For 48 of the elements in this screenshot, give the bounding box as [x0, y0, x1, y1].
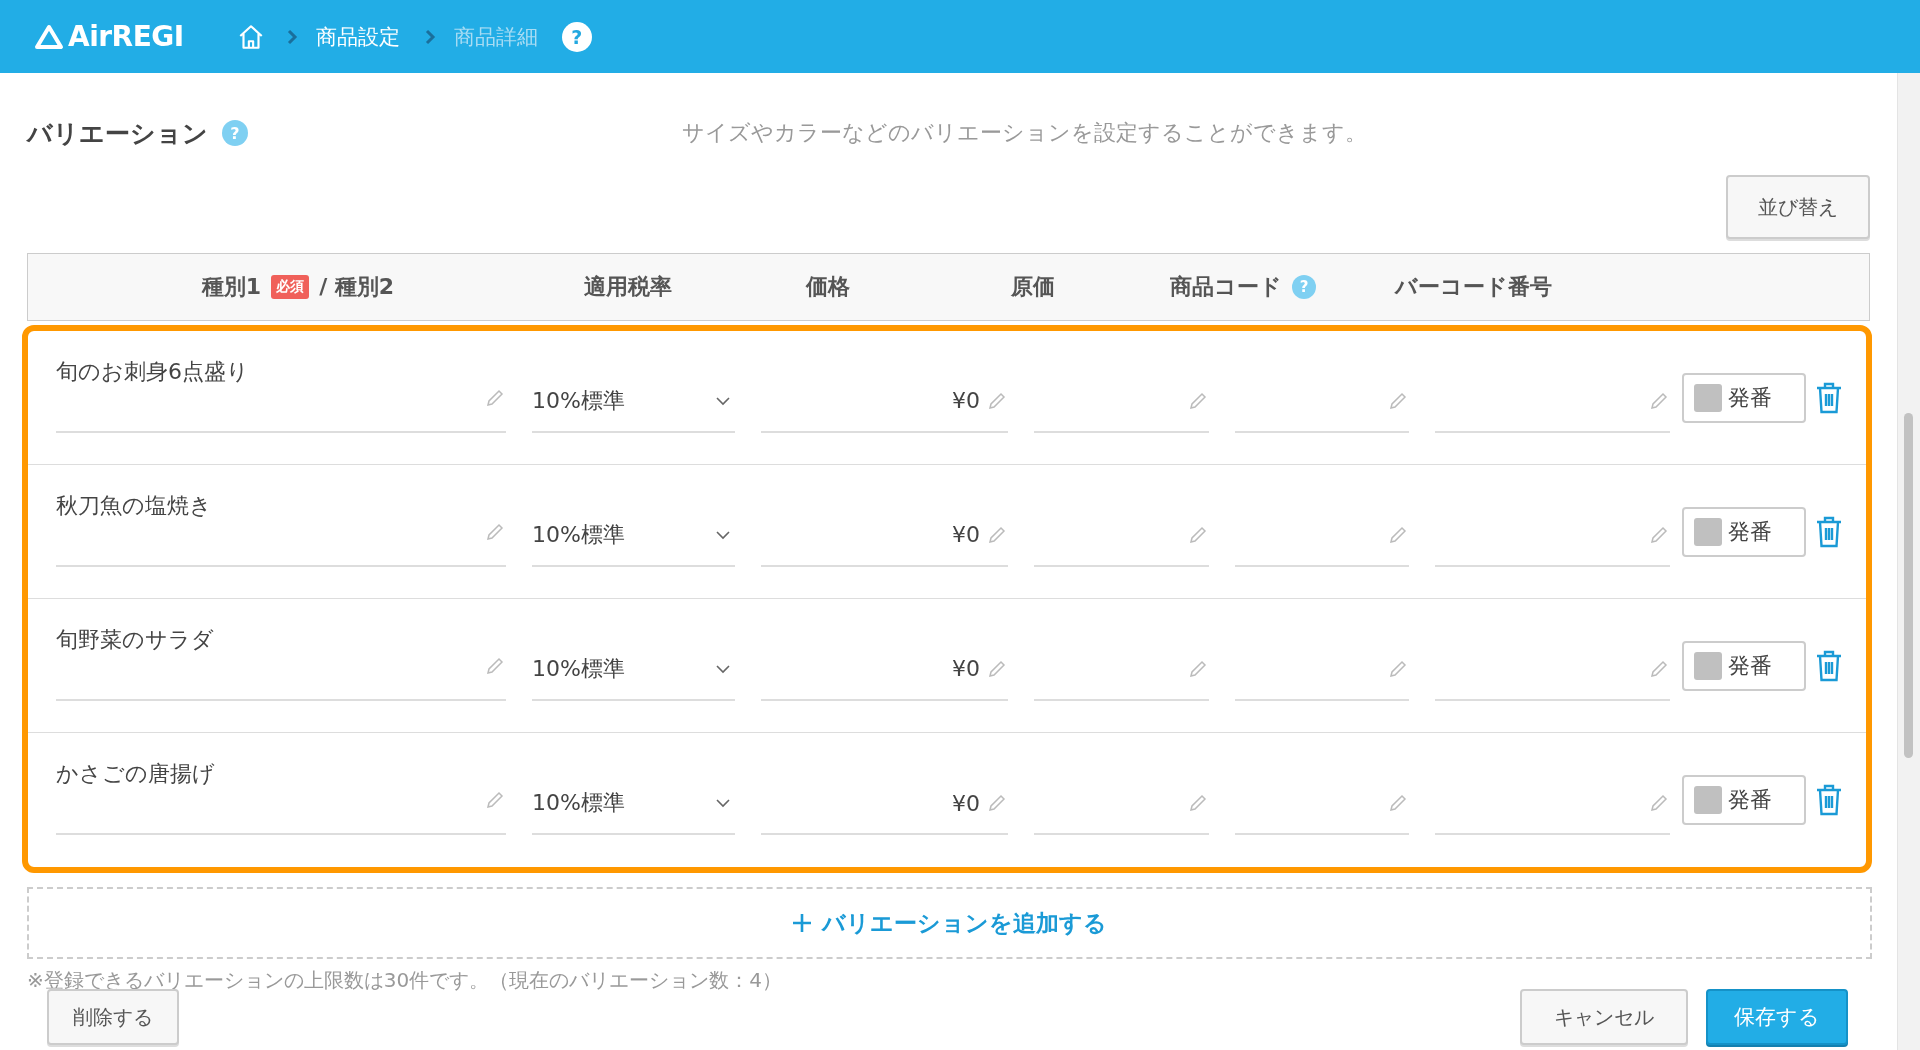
column-header: 商品コード	[1170, 273, 1282, 301]
chevron-down-icon	[715, 529, 731, 540]
name-field[interactable]: 旬のお刺身6点盛り	[56, 362, 506, 433]
pencil-icon	[1387, 792, 1409, 814]
trash-icon[interactable]	[1814, 514, 1844, 549]
tax-rate-dropdown[interactable]: 10%標準	[532, 496, 735, 567]
price-field[interactable]: ¥0	[761, 496, 1008, 567]
cancel-button[interactable]: キャンセル	[1520, 989, 1688, 1045]
column-header: 価格	[806, 273, 850, 301]
section-description: サイズやカラーなどのバリエーションを設定することができます。	[682, 119, 1367, 147]
column-header: バーコード番号	[1394, 273, 1552, 301]
issue-number-button[interactable]: 発番	[1682, 775, 1806, 825]
column-header: 原価	[1011, 273, 1055, 301]
trash-icon[interactable]	[1814, 648, 1844, 683]
name-field[interactable]: 旬野菜のサラダ	[56, 630, 506, 701]
pencil-icon	[986, 792, 1008, 814]
delete-button[interactable]: 削除する	[47, 989, 179, 1045]
tax-rate-dropdown[interactable]: 10%標準	[532, 362, 735, 433]
price-field[interactable]: ¥0	[761, 765, 1008, 835]
chevron-right-icon	[285, 27, 298, 46]
tax-rate-dropdown[interactable]: 10%標準	[532, 630, 735, 701]
triangle-logo-icon	[34, 23, 64, 50]
sort-button[interactable]: 並び替え	[1726, 175, 1870, 239]
column-header: 適用税率	[584, 273, 672, 301]
logo-text: AirREGI	[68, 20, 184, 53]
scrollbar[interactable]	[1897, 73, 1920, 1050]
issue-number-button[interactable]: 発番	[1682, 506, 1806, 557]
issue-number-button[interactable]: 発番	[1682, 640, 1806, 691]
trash-icon[interactable]	[1814, 380, 1844, 415]
required-badge: 必須	[271, 275, 310, 299]
column-header: 種別1	[201, 273, 262, 301]
pencil-icon	[1187, 792, 1209, 814]
issue-number-button[interactable]: 発番	[1682, 372, 1806, 423]
chevron-down-icon	[715, 663, 731, 674]
column-header: / 種別2	[319, 273, 395, 301]
chevron-down-icon	[715, 798, 731, 808]
name-field[interactable]: 秋刀魚の塩焼き	[56, 496, 506, 567]
breadcrumb-item: 商品詳細	[453, 23, 538, 51]
plus-icon	[792, 913, 812, 933]
section-title: バリエーション	[27, 117, 208, 150]
pencil-icon	[484, 789, 506, 811]
tax-rate-dropdown[interactable]: 10%標準	[532, 765, 735, 835]
trash-icon[interactable]	[1814, 783, 1844, 817]
pencil-icon	[1648, 792, 1670, 814]
chevron-right-icon	[423, 27, 436, 46]
chevron-down-icon	[715, 395, 731, 406]
price-field[interactable]: ¥0	[761, 362, 1008, 433]
price-field[interactable]: ¥0	[761, 630, 1008, 701]
